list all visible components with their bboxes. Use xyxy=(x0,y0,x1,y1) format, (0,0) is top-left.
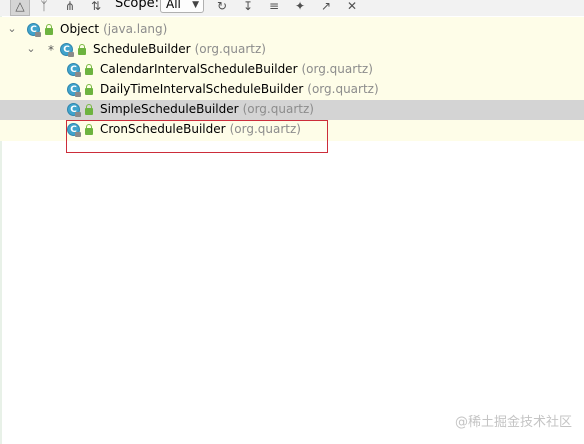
scope-select[interactable]: All ▼ xyxy=(160,0,204,13)
tree-row-label: ScheduleBuilder (org.quartz) xyxy=(93,42,266,56)
lock-icon xyxy=(45,24,53,35)
class-icon: C xyxy=(67,63,81,77)
type-hierarchy-tree: ⌄ C Object (java.lang) ⌄ * C ScheduleBuil… xyxy=(0,17,584,444)
class-icon: C xyxy=(27,23,41,37)
star-icon: * xyxy=(48,43,54,57)
lock-icon xyxy=(85,104,93,115)
tree-row-object[interactable]: ⌄ C Object (java.lang) xyxy=(0,20,584,40)
class-icon: C xyxy=(67,83,81,97)
tree-row-label: CalendarIntervalScheduleBuilder (org.quar… xyxy=(100,62,373,76)
lock-icon xyxy=(78,44,86,55)
scope-label: Scope: xyxy=(115,0,159,11)
refresh-icon[interactable]: ↻ xyxy=(214,0,230,14)
tree-row-label: DailyTimeIntervalScheduleBuilder (org.qua… xyxy=(100,82,379,96)
tree-row-label: SimpleScheduleBuilder (org.quartz) xyxy=(100,102,314,116)
pin-icon[interactable]: ✦ xyxy=(292,0,308,14)
red-annotation-box xyxy=(66,120,328,153)
watermark: @稀土掘金技术社区 xyxy=(454,415,572,430)
lock-icon xyxy=(85,64,93,75)
collapse-icon[interactable]: ≡ xyxy=(266,0,282,14)
class-icon: C xyxy=(60,43,74,57)
tree-row-label: Object (java.lang) xyxy=(60,22,168,36)
chevron-down-icon[interactable]: ⌄ xyxy=(7,22,17,36)
expand-icon[interactable]: ↧ xyxy=(240,0,256,14)
tree-row-dailytimeintervalschedulebuilder[interactable]: C DailyTimeIntervalScheduleBuilder (org.q… xyxy=(0,80,584,100)
close-icon[interactable]: ✕ xyxy=(344,0,360,14)
sort-alpha-icon[interactable]: ⇅ xyxy=(88,0,104,14)
subtypes-icon[interactable]: ⋔ xyxy=(62,0,78,14)
lock-icon xyxy=(85,84,93,95)
chevron-down-icon[interactable]: ⌄ xyxy=(26,42,36,56)
tree-row-calendarintervalschedulebuilder[interactable]: C CalendarIntervalScheduleBuilder (org.qu… xyxy=(0,60,584,80)
chevron-down-icon: ▼ xyxy=(192,0,199,10)
export-icon[interactable]: ↗ xyxy=(318,0,334,14)
hierarchy-toolbar: △ ᛉ ⋔ ⇅ Scope: All ▼ ↻ ↧ ≡ ✦ ↗ ✕ xyxy=(0,0,584,16)
scope-value: All xyxy=(166,0,181,11)
supertypes-icon[interactable]: ᛉ xyxy=(36,0,52,14)
class-icon: C xyxy=(67,103,81,117)
tree-row-schedulebuilder[interactable]: ⌄ * C ScheduleBuilder (org.quartz) xyxy=(0,40,584,60)
tree-row-simpleschedulebuilder[interactable]: C SimpleScheduleBuilder (org.quartz) xyxy=(0,100,584,120)
hierarchy-icon[interactable]: △ xyxy=(10,0,30,16)
